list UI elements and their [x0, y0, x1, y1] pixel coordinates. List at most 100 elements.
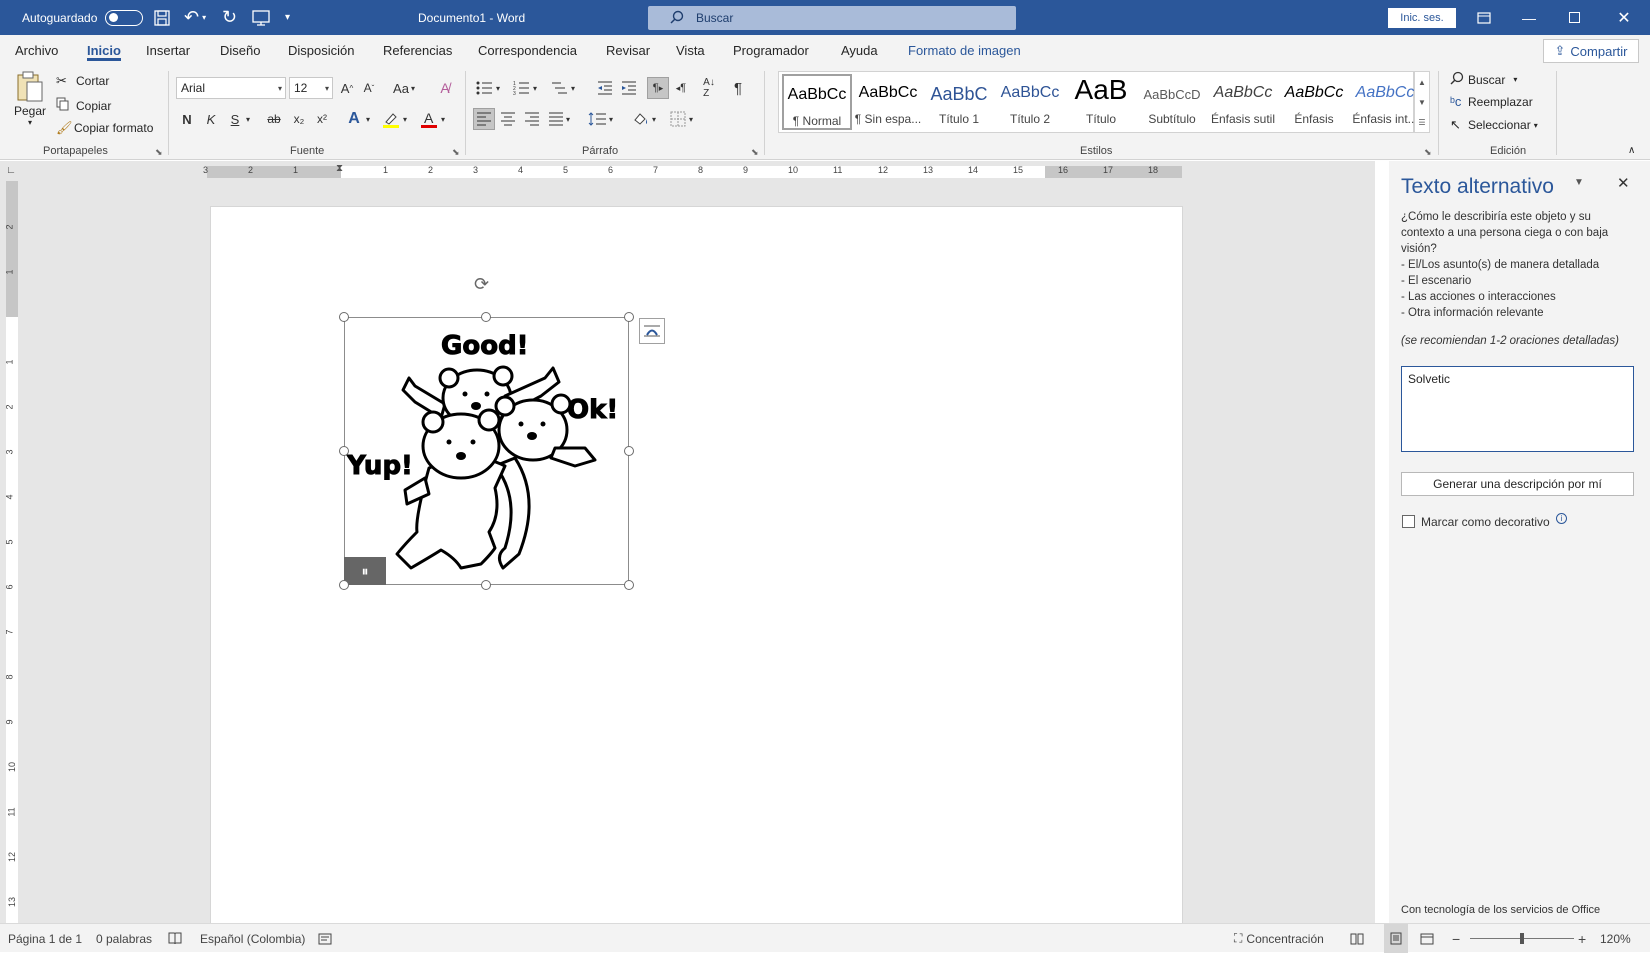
line-spacing-dropdown-icon[interactable]: ▾	[606, 108, 616, 130]
grow-font-icon[interactable]: A ^	[336, 77, 358, 99]
page-count[interactable]: Página 1 de 1	[8, 924, 82, 953]
resize-handle-bottom[interactable]	[481, 580, 491, 590]
alt-text-input[interactable]	[1401, 366, 1634, 452]
resize-handle-top-left[interactable]	[339, 312, 349, 322]
paste-button[interactable]: Pegar ▾	[13, 71, 47, 127]
proofing-icon[interactable]	[168, 924, 182, 953]
style-intense-emphasis[interactable]: AaBbCc Énfasis int...	[1350, 74, 1420, 130]
find-button[interactable]: Buscar ▾	[1450, 71, 1517, 88]
ltr-direction-icon[interactable]: ¶ ▸	[647, 77, 669, 99]
tab-referencias[interactable]: Referencias	[383, 35, 452, 65]
style-heading-2[interactable]: AaBbCc Título 2	[995, 74, 1065, 130]
resize-handle-left[interactable]	[339, 446, 349, 456]
undo-icon[interactable]: ↶ ▾	[184, 0, 206, 35]
resize-handle-bottom-right[interactable]	[624, 580, 634, 590]
shrink-font-icon[interactable]: Aˇ	[358, 77, 380, 99]
shading-dropdown-icon[interactable]: ▾	[649, 108, 659, 130]
change-case-button[interactable]: Aa ▾	[388, 77, 420, 99]
style-no-spacing[interactable]: AaBbCc ¶ Sin espa...	[853, 74, 923, 130]
font-name-select[interactable]: Arial ▾	[176, 77, 286, 99]
collapse-ribbon-icon[interactable]: ∧	[1628, 145, 1635, 156]
share-button[interactable]: ⇪ Compartir	[1543, 39, 1639, 63]
pane-options-icon[interactable]: ▼	[1574, 177, 1584, 188]
resize-handle-bottom-left[interactable]	[339, 580, 349, 590]
italic-button[interactable]: K	[200, 108, 222, 130]
focus-mode-button[interactable]: ⛶ Concentración	[1234, 924, 1324, 953]
ribbon-display-icon[interactable]	[1461, 0, 1507, 35]
tab-diseno[interactable]: Diseño	[220, 35, 260, 65]
highlight-dropdown-icon[interactable]: ▾	[399, 108, 411, 130]
subscript-button[interactable]: x₂	[288, 108, 310, 130]
pane-close-icon[interactable]: ✕	[1617, 174, 1630, 192]
accessibility-icon[interactable]	[318, 924, 332, 953]
language[interactable]: Español (Colombia)	[200, 924, 305, 953]
sort-icon[interactable]: A↓ Z	[698, 77, 720, 99]
zoom-out-icon[interactable]: −	[1452, 924, 1460, 953]
multilevel-dropdown-icon[interactable]: ▾	[568, 77, 578, 99]
replace-button[interactable]: ᵇc Reemplazar	[1450, 94, 1533, 109]
decorative-checkbox[interactable]	[1402, 515, 1415, 528]
close-icon[interactable]: ✕	[1601, 0, 1647, 35]
bullets-dropdown-icon[interactable]: ▾	[493, 77, 503, 99]
read-mode-icon[interactable]	[1350, 924, 1364, 953]
select-button[interactable]: ↖ Seleccionar ▾	[1450, 117, 1538, 133]
present-icon[interactable]	[252, 0, 270, 35]
cut-button[interactable]: ✂ Cortar	[56, 73, 109, 89]
zoom-in-icon[interactable]: +	[1578, 924, 1586, 953]
resize-handle-right[interactable]	[624, 446, 634, 456]
align-right-icon[interactable]	[521, 108, 543, 130]
tab-programador[interactable]: Programador	[733, 35, 809, 65]
clipboard-launcher-icon[interactable]: ⬊	[155, 147, 163, 158]
vertical-ruler[interactable]: 2 1 1 2 3 4 5 6 7 8 9 10 11 12 13	[5, 181, 18, 923]
generate-description-button[interactable]: Generar una descripción por mí	[1401, 472, 1634, 496]
paragraph-launcher-icon[interactable]: ⬊	[751, 147, 759, 158]
style-heading-1[interactable]: AaBbC Título 1	[924, 74, 994, 130]
text-effects-dropdown-icon[interactable]: ▾	[362, 108, 374, 130]
tab-insertar[interactable]: Insertar	[146, 35, 190, 65]
tab-archivo[interactable]: Archivo	[15, 35, 58, 65]
layout-options-button[interactable]	[639, 318, 665, 344]
styles-scroll[interactable]: ▲ ▼ ☰	[1414, 71, 1430, 133]
underline-dropdown-icon[interactable]: ▾	[242, 108, 254, 130]
show-marks-icon[interactable]: ¶	[727, 77, 749, 99]
clear-formatting-icon[interactable]: A̸	[434, 77, 456, 99]
tab-vista[interactable]: Vista	[676, 35, 705, 65]
chevron-down-icon[interactable]: ▼	[1418, 98, 1426, 107]
align-left-icon[interactable]	[473, 108, 495, 130]
tab-selector-icon[interactable]: ∟	[5, 165, 17, 177]
format-painter-button[interactable]: 🖌 Copiar formato	[56, 120, 153, 136]
zoom-slider-thumb[interactable]	[1520, 933, 1524, 944]
copy-button[interactable]: Copiar	[56, 97, 111, 114]
line-spacing-icon[interactable]	[586, 108, 608, 130]
horizontal-ruler[interactable]: 3 2 1 1 2 3 4 5 6 7 8 9 10 11 12 13 14 15 16 17 18 ⧗	[203, 163, 1182, 178]
tab-ayuda[interactable]: Ayuda	[841, 35, 878, 65]
maximize-icon[interactable]	[1551, 0, 1597, 35]
style-subtle-emphasis[interactable]: AaBbCc Énfasis sutil	[1208, 74, 1278, 130]
bold-button[interactable]: N	[176, 108, 198, 130]
justify-dropdown-icon[interactable]: ▾	[563, 108, 573, 130]
font-launcher-icon[interactable]: ⬊	[452, 147, 460, 158]
save-icon[interactable]	[154, 0, 170, 35]
tab-revisar[interactable]: Revisar	[606, 35, 650, 65]
tab-disposicion[interactable]: Disposición	[288, 35, 354, 65]
rotate-handle-icon[interactable]: ⟳	[474, 274, 489, 295]
increase-indent-icon[interactable]	[618, 77, 640, 99]
zoom-level[interactable]: 120%	[1600, 924, 1631, 953]
tab-correspondencia[interactable]: Correspondencia	[478, 35, 577, 65]
toggle-switch[interactable]	[105, 9, 144, 26]
font-color-dropdown-icon[interactable]: ▾	[437, 108, 449, 130]
decrease-indent-icon[interactable]	[594, 77, 616, 99]
numbering-icon[interactable]: 123	[510, 77, 532, 99]
autosave-toggle[interactable]: Autoguardado	[22, 0, 144, 35]
multilevel-list-icon[interactable]	[548, 77, 570, 99]
style-subtitle[interactable]: AaBbCcD Subtítulo	[1137, 74, 1207, 130]
customize-qat-icon[interactable]: ▾	[285, 0, 290, 35]
minimize-icon[interactable]: —	[1506, 0, 1552, 35]
indent-marker-icon[interactable]: ⧗	[336, 163, 343, 174]
superscript-button[interactable]: x²	[311, 108, 333, 130]
word-count[interactable]: 0 palabras	[96, 924, 152, 953]
web-layout-icon[interactable]	[1420, 924, 1434, 953]
font-size-select[interactable]: 12 ▾	[289, 77, 333, 99]
styles-launcher-icon[interactable]: ⬊	[1424, 147, 1432, 158]
more-styles-icon[interactable]: ☰	[1418, 118, 1425, 127]
